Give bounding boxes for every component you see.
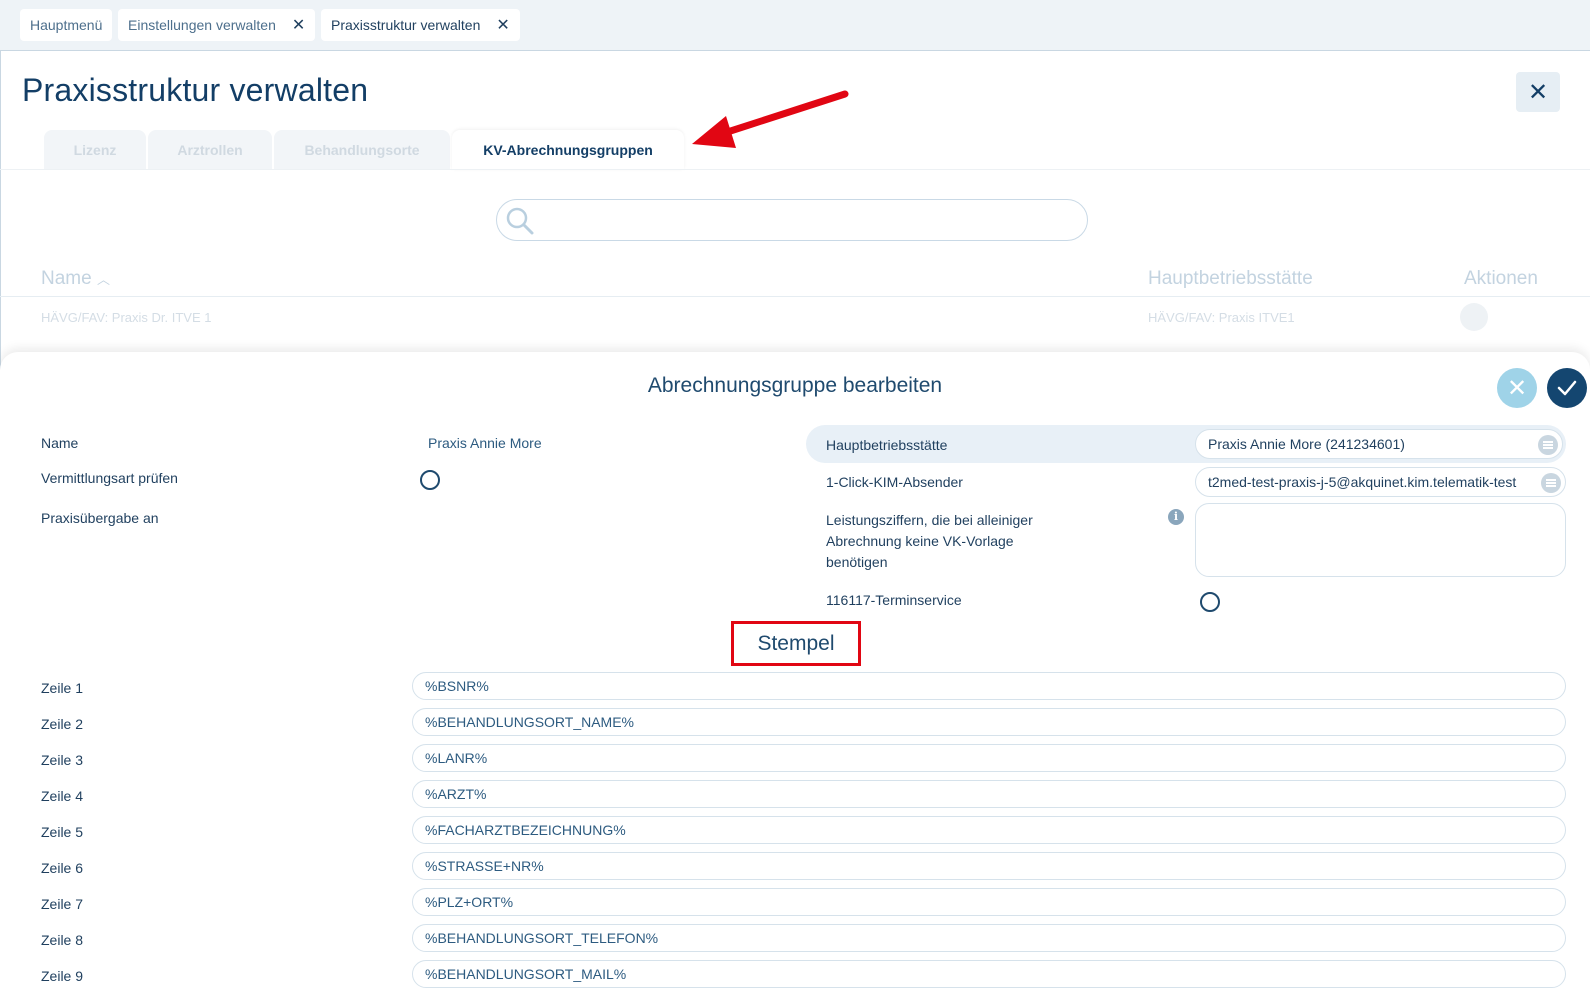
edit-pencil-icon[interactable] <box>1460 303 1488 331</box>
checkmark-icon <box>1557 380 1577 396</box>
stempel-line-input[interactable]: %BEHANDLUNGSORT_MAIL% <box>412 960 1566 988</box>
praxisuebergabe-label: Praxisübergabe an <box>41 510 159 526</box>
search-box[interactable] <box>496 199 1088 241</box>
stempel-line-input[interactable]: %PLZ+ORT% <box>412 888 1566 916</box>
stempel-line-input[interactable]: %BSNR% <box>412 672 1566 700</box>
leistungsziffern-label-line1: Leistungsziffern, die bei alleiniger <box>826 512 1033 528</box>
confirm-button[interactable] <box>1547 368 1587 408</box>
stempel-line-label: Zeile 9 <box>41 968 84 984</box>
close-tab-icon[interactable]: ✕ <box>292 15 305 35</box>
list-divider <box>0 296 1590 297</box>
page-title: Praxisstruktur verwalten <box>22 72 369 108</box>
stempel-line-label: Zeile 2 <box>41 716 84 732</box>
leistungsziffern-label-line2: Abrechnung keine VK-Vorlage <box>826 533 1014 549</box>
stempel-line-label: Zeile 8 <box>41 932 84 948</box>
name-value: Praxis Annie More <box>428 435 542 451</box>
stempel-line-input[interactable]: %STRASSE+NR% <box>412 852 1566 880</box>
row-hbs: HÄVG/FAV: Praxis ITVE1 <box>1148 310 1295 325</box>
tab-divider <box>0 169 1590 170</box>
stempel-line-label: Zeile 1 <box>41 680 84 696</box>
stempel-line-label: Zeile 5 <box>41 824 84 840</box>
tab-hauptmenue[interactable]: Hauptmenü <box>20 9 113 41</box>
stempel-line-input[interactable]: %FACHARZTBEZEICHNUNG% <box>412 816 1566 844</box>
vermittlungsart-radio[interactable] <box>420 470 440 490</box>
close-icon: ✕ <box>1527 78 1549 106</box>
sort-asc-icon: ︿ <box>96 272 110 287</box>
name-label: Name <box>41 435 79 451</box>
search-icon <box>506 207 534 235</box>
kim-absender-label: 1-Click-KIM-Absender <box>826 474 963 490</box>
stempel-line-label: Zeile 4 <box>41 788 84 804</box>
row-name: HÄVG/FAV: Praxis Dr. ITVE 1 <box>41 310 212 325</box>
stempel-heading: Stempel <box>731 621 861 666</box>
list-menu-icon[interactable] <box>1541 473 1561 493</box>
close-icon: ✕ <box>1506 374 1528 402</box>
search-input[interactable] <box>543 200 1063 238</box>
hauptbetriebsstaette-select[interactable]: Praxis Annie More (241234601) <box>1195 429 1563 459</box>
stempel-line-label: Zeile 6 <box>41 860 84 876</box>
kim-absender-select[interactable]: t2med-test-praxis-j-5@akquinet.kim.telem… <box>1195 467 1566 497</box>
stempel-line-input[interactable]: %LANR% <box>412 744 1566 772</box>
close-tab-icon[interactable]: ✕ <box>496 15 509 35</box>
terminservice-radio[interactable] <box>1200 592 1220 612</box>
hauptbetriebsstaette-label: Hauptbetriebsstätte <box>826 437 948 453</box>
stempel-line-input[interactable]: %BEHANDLUNGSORT_NAME% <box>412 708 1566 736</box>
stempel-line-label: Zeile 3 <box>41 752 84 768</box>
tab-einstellungen-verwalten[interactable]: Einstellungen verwalten ✕ <box>118 9 316 41</box>
subtab-behandlungsorte[interactable]: Behandlungsorte <box>274 130 450 170</box>
column-header-hauptbetriebsstaette: Hauptbetriebsstätte <box>1148 268 1313 289</box>
subtab-arztrollen[interactable]: Arztrollen <box>148 130 272 170</box>
tab-label: Praxisstruktur verwalten <box>331 17 481 33</box>
leistungsziffern-label-line3: benötigen <box>826 554 888 570</box>
stempel-line-input[interactable]: %ARZT% <box>412 780 1566 808</box>
cancel-button[interactable]: ✕ <box>1497 368 1537 408</box>
close-dialog-button[interactable]: ✕ <box>1516 72 1560 112</box>
info-icon[interactable]: i <box>1168 509 1184 525</box>
subtab-kv-abrechnungsgruppen[interactable]: KV-Abrechnungsgruppen <box>452 130 684 170</box>
panel-title: Abrechnungsgruppe bearbeiten <box>647 374 943 397</box>
red-arrow-annotation-icon <box>692 90 849 148</box>
subtab-lizenz[interactable]: Lizenz <box>44 130 146 170</box>
vermittlungsart-label: Vermittlungsart prüfen <box>41 470 178 486</box>
tab-label: Einstellungen verwalten <box>128 17 276 33</box>
tab-label: Hauptmenü <box>30 17 103 33</box>
top-tab-bar: Hauptmenü Einstellungen verwalten ✕ Prax… <box>0 0 1590 51</box>
column-header-name[interactable]: Name ︿ <box>41 268 110 290</box>
column-header-aktionen: Aktionen <box>1464 268 1538 289</box>
tab-praxisstruktur-verwalten[interactable]: Praxisstruktur verwalten ✕ <box>321 9 520 41</box>
stempel-line-input[interactable]: %BEHANDLUNGSORT_TELEFON% <box>412 924 1566 952</box>
terminservice-label: 116117-Terminservice <box>826 592 962 608</box>
leistungsziffern-input[interactable] <box>1195 503 1566 577</box>
stempel-line-label: Zeile 7 <box>41 896 84 912</box>
list-menu-icon[interactable] <box>1538 435 1558 455</box>
